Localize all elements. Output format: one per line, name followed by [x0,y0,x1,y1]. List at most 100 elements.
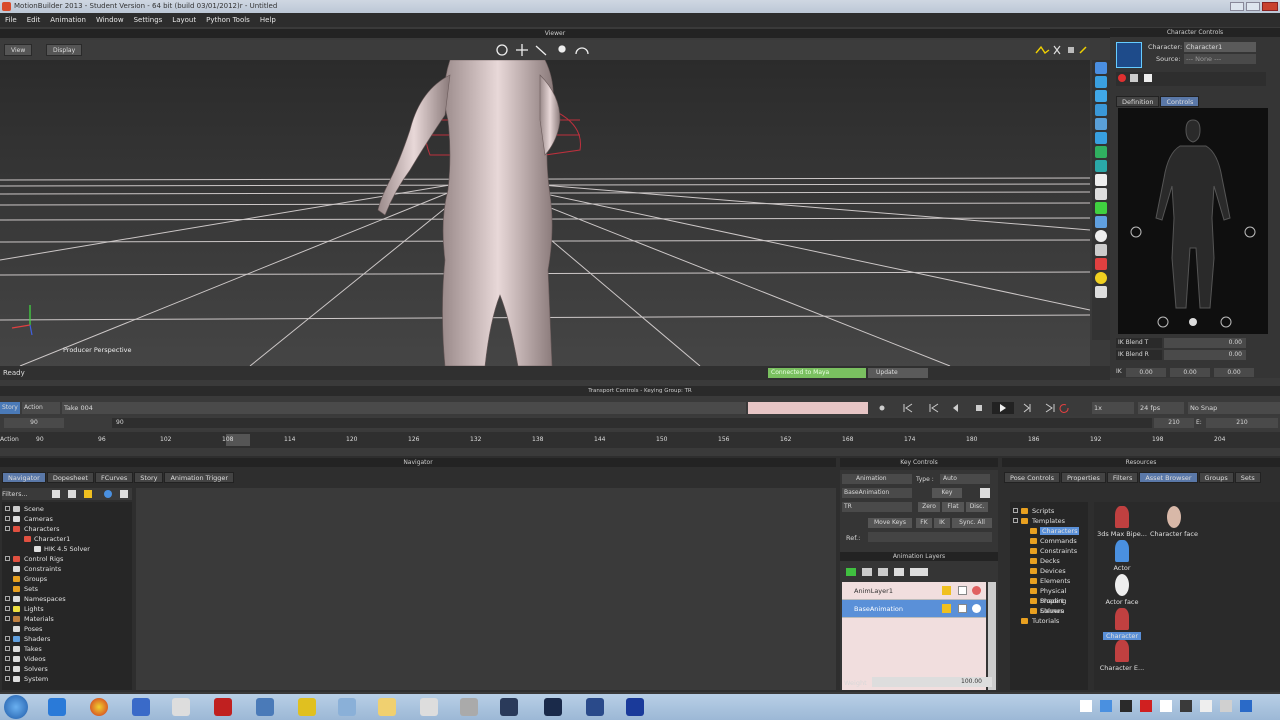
tray-icon-2[interactable] [1100,700,1112,712]
sphere-icon[interactable] [1095,230,1107,242]
add-layer-icon[interactable] [846,568,856,576]
fps-select[interactable]: 24 fps [1138,402,1184,414]
viewer-right-icons[interactable] [1034,43,1090,57]
motionbuilder-taskbar-icon[interactable] [626,698,644,716]
coord-field-z[interactable]: 0.00 [1214,368,1254,377]
layer-hands-icon[interactable] [910,568,928,576]
layer-row-selected[interactable]: BaseAnimation [842,600,986,618]
coord-field-x[interactable]: 0.00 [1126,368,1166,377]
filters-button[interactable]: Filters... [2,490,28,498]
select-tool-icon[interactable] [1095,62,1107,74]
tree-sets[interactable]: Sets [2,584,132,594]
start-button[interactable] [4,695,28,719]
ie-icon[interactable] [48,698,66,716]
take-select[interactable]: Take 004 [62,402,746,414]
scale-tool-icon[interactable] [1095,118,1107,130]
timeline-ruler[interactable]: Action 90 96 102 108 114 120 126 132 138… [0,432,1280,448]
pin-tool-icon[interactable] [1095,146,1107,158]
body-icon[interactable] [1144,74,1152,82]
tree-poses[interactable]: Poses [2,624,132,634]
res-tree-physical-properties[interactable]: Physical Propert [1010,586,1088,605]
tray-icon-5[interactable] [1160,700,1172,712]
tab-asset-browser[interactable]: Asset Browser [1139,472,1198,483]
layer-up-icon[interactable] [862,568,872,576]
zero-button[interactable]: Zero [918,502,940,512]
menu-settings[interactable]: Settings [129,13,168,27]
key-icon[interactable] [1130,74,1138,82]
tab-navigator[interactable]: Navigator [2,472,46,483]
tray-icon-9[interactable] [1240,700,1252,712]
tree-videos[interactable]: Videos [2,654,132,664]
delete-icon[interactable] [980,488,990,498]
translate-tool-icon[interactable] [1095,90,1107,102]
end-frame-field-2[interactable]: 210 [1206,418,1278,428]
layer-options-icon[interactable] [894,568,904,576]
body-part-icon[interactable] [1095,174,1107,186]
transform-tools[interactable] [494,42,594,58]
key-button[interactable]: Key [932,488,962,498]
spline-tool-icon[interactable] [1095,202,1107,214]
tab-groups[interactable]: Groups [1198,472,1234,483]
end-frame-field[interactable]: 210 [1154,418,1194,428]
source-select[interactable]: --- None --- [1184,54,1256,64]
tree-characters[interactable]: Characters [2,524,132,534]
type-select[interactable]: Auto [940,474,990,484]
tray-icon-1[interactable] [1080,700,1092,712]
time-range-slider[interactable]: 90 [112,418,1152,428]
res-tree-templates[interactable]: Templates [1010,516,1088,526]
tab-definition[interactable]: Definition [1116,96,1160,107]
rotate-tool-icon[interactable] [1095,104,1107,116]
tree-solvers[interactable]: Solvers [2,664,132,674]
asset-character-face[interactable]: Character face [1144,506,1204,538]
record-icon[interactable] [1118,74,1126,82]
app-icon-14[interactable] [586,698,604,716]
res-tree-commands[interactable]: Commands [1010,536,1088,546]
asset-actor[interactable]: Actor [1092,540,1152,572]
ik-tool-icon[interactable] [1095,132,1107,144]
tree-namespaces[interactable]: Namespaces [2,594,132,604]
menu-layout[interactable]: Layout [167,13,201,27]
tree-system[interactable]: System [2,674,132,684]
ik-blend-t-field[interactable]: 0.00 [1164,338,1246,348]
app-icon-7[interactable] [298,698,316,716]
close-button[interactable] [1262,2,1278,11]
res-tree-characters[interactable]: Characters [1010,526,1088,536]
tree-groups[interactable]: Groups [2,574,132,584]
menu-python-tools[interactable]: Python Tools [201,13,255,27]
start-frame-field[interactable]: 90 [4,418,64,428]
tab-filters[interactable]: Filters [1106,472,1139,483]
menu-help[interactable]: Help [255,13,281,27]
res-tree-constraints[interactable]: Constraints [1010,546,1088,556]
steam-icon[interactable] [500,698,518,716]
tray-icon-6[interactable] [1180,700,1192,712]
snap-select[interactable]: No Snap [1188,402,1280,414]
maximize-button[interactable] [1246,2,1260,11]
res-tree-scripts[interactable]: Scripts [1010,506,1088,516]
story-button[interactable]: Story [0,402,20,414]
menu-file[interactable]: File [0,13,22,27]
tree-cameras[interactable]: Cameras [2,514,132,524]
character-icon[interactable] [1095,258,1107,270]
character-select[interactable]: Character1 [1184,42,1256,52]
app-icon-13[interactable] [544,698,562,716]
tab-properties[interactable]: Properties [1061,472,1106,483]
menu-edit[interactable]: Edit [22,13,46,27]
tab-fcurves[interactable]: FCurves [94,472,134,483]
tray-icon-8[interactable] [1220,700,1232,712]
layer-row[interactable]: AnimLayer1 [842,582,986,600]
tray-icon-7[interactable] [1200,700,1212,712]
pencil-tool-icon[interactable] [1095,216,1107,228]
tree-lights[interactable]: Lights [2,604,132,614]
asset-actor-face[interactable]: Actor face [1092,574,1152,606]
fullbody-icon[interactable] [1095,188,1107,200]
minimize-button[interactable] [1230,2,1244,11]
tab-controls[interactable]: Controls [1160,96,1200,107]
tray-icon-4[interactable] [1140,700,1152,712]
display-menu-button[interactable]: Display [46,44,83,56]
tab-pose-controls[interactable]: Pose Controls [1004,472,1060,483]
res-tree-decks[interactable]: Decks [1010,556,1088,566]
asset-character[interactable]: Character [1092,608,1152,640]
frame-icon[interactable] [1095,286,1107,298]
tree-constraints[interactable]: Constraints [2,564,132,574]
view-menu-button[interactable]: View [4,44,33,56]
